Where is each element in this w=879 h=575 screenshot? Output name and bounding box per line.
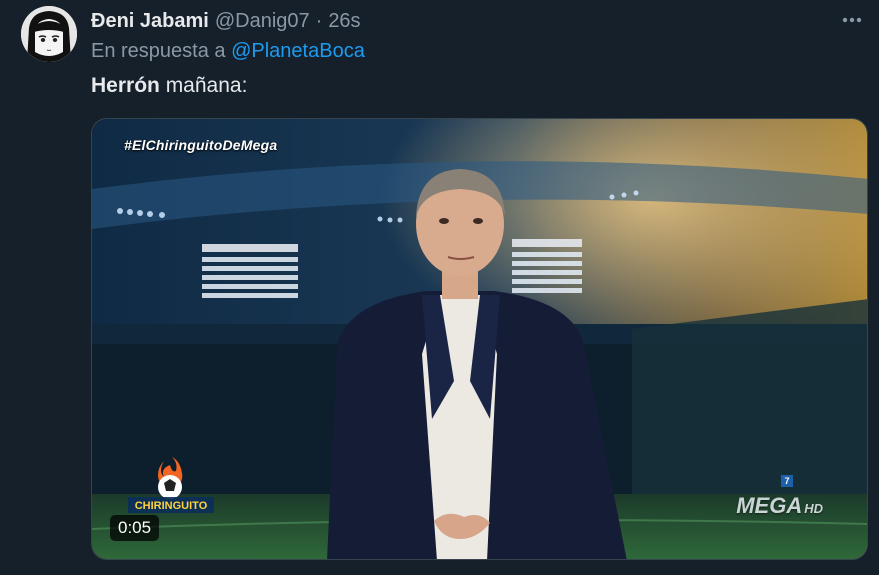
tweet-text: Herrón mañana: — [91, 74, 247, 98]
reply-mention-link[interactable]: @PlanetaBoca — [231, 40, 365, 62]
channel-watermark: MEGA HD — [736, 493, 823, 519]
watermark-text: MEGA — [736, 493, 803, 518]
more-horizontal-icon — [842, 17, 862, 23]
video-hashtag: #ElChiringuitoDeMega — [124, 137, 278, 153]
tweet-text-rest: mañana: — [159, 74, 248, 97]
tweet-header: Đeni Jabami @Danig07 · 26s — [91, 8, 879, 34]
user-handle[interactable]: @Danig07 — [215, 10, 310, 33]
reply-context: En respuesta a @PlanetaBoca — [91, 40, 365, 63]
channel-number-badge: 7 — [781, 475, 793, 487]
chiringuito-logo: CHIRINGUITO — [128, 457, 214, 513]
video-duration: 0:05 — [110, 515, 160, 541]
tweet-text-bold: Herrón — [91, 74, 160, 97]
avatar[interactable] — [21, 6, 77, 62]
display-name[interactable]: Đeni Jabami — [91, 10, 209, 33]
more-options-button[interactable] — [839, 8, 865, 32]
reply-prefix: En respuesta a — [91, 40, 226, 62]
separator: · — [315, 9, 323, 32]
svg-text:CHIRINGUITO: CHIRINGUITO — [135, 500, 208, 512]
timestamp[interactable]: 26s — [328, 10, 360, 33]
watermark-hd: HD — [804, 501, 823, 516]
avatar-image — [21, 6, 77, 62]
video-player[interactable]: #ElChiringuitoDeMega CHIRINGUITO MEGA HD … — [91, 118, 868, 560]
